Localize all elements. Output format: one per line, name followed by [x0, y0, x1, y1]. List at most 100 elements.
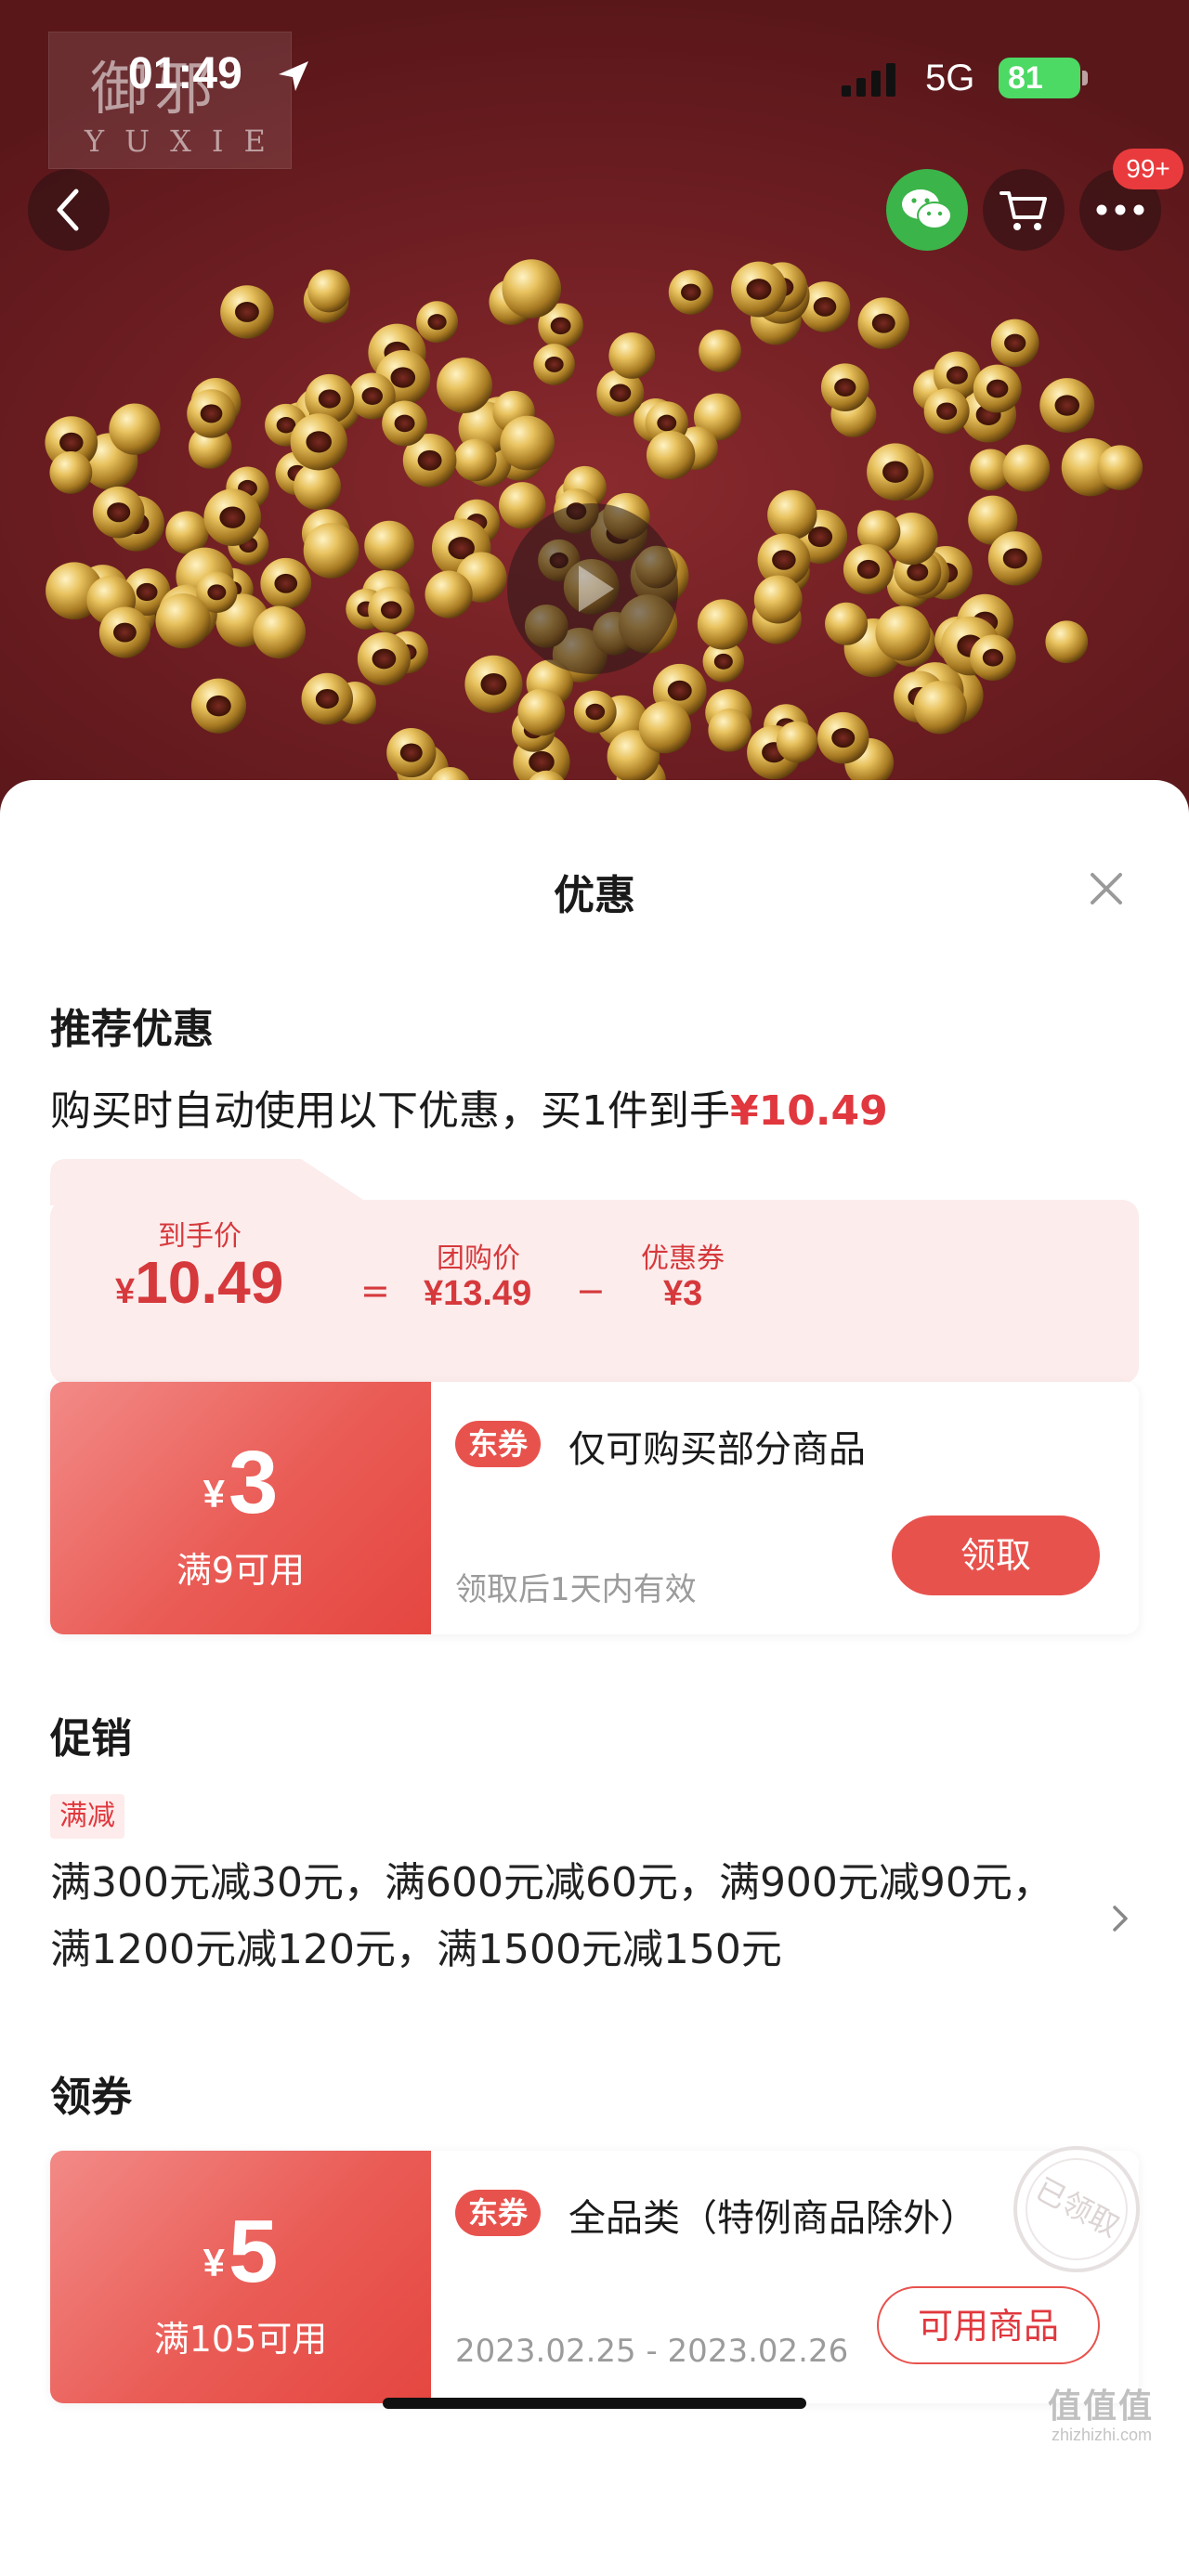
- group-price: ¥13.49: [424, 1274, 532, 1313]
- gold-bead: [843, 544, 894, 595]
- coupon-type-tag: 东券: [455, 1421, 542, 1467]
- gold-bead: [913, 681, 967, 735]
- recommended-desc: 购买时自动使用以下优惠，买1件到手¥10.49: [50, 1077, 888, 1137]
- gold-bead: [290, 413, 347, 471]
- back-button[interactable]: [28, 169, 110, 251]
- gold-bead: [98, 606, 150, 658]
- eligible-goods-button[interactable]: 可用商品: [877, 2286, 1100, 2364]
- gold-bead: [820, 363, 869, 411]
- wechat-share-button[interactable]: [886, 169, 968, 251]
- final-price-value: 10.49: [135, 1249, 284, 1316]
- gold-bead: [502, 259, 562, 319]
- coupon-amount-panel: ¥5 满105可用: [50, 2151, 431, 2403]
- gold-bead: [307, 269, 351, 313]
- coupon-value: ¥3: [663, 1274, 703, 1313]
- gold-bead: [220, 285, 274, 339]
- gold-bead: [464, 655, 523, 713]
- gold-bead: [1002, 444, 1051, 492]
- status-time: 01:49: [128, 49, 242, 98]
- gold-bead: [867, 443, 924, 501]
- claim-heading: 领券: [50, 2074, 132, 2121]
- promotion-tag: 满减: [50, 1794, 124, 1839]
- gold-bead: [973, 364, 1022, 413]
- recommended-desc-price: ¥10.49: [730, 1087, 888, 1135]
- gold-bead: [533, 344, 575, 385]
- claim-coupon-button[interactable]: 领取: [892, 1516, 1100, 1595]
- coupon-condition: 满9可用: [176, 1550, 306, 1591]
- equals-sign: =: [360, 1270, 390, 1311]
- cart-button[interactable]: [983, 169, 1065, 251]
- product-media: 御邪 YUXIE 01:49 5G 81 99+: [0, 0, 1189, 817]
- gold-bead: [638, 701, 691, 754]
- gold-bead: [970, 634, 1016, 681]
- gold-bead: [697, 599, 749, 650]
- gold-bead: [753, 575, 803, 624]
- cellular-signal-icon: [842, 63, 895, 97]
- gold-bead: [357, 631, 411, 686]
- coupon-card: ¥3 满9可用 东券 仅可购买部分商品 领取后1天内有效 领取: [50, 1382, 1139, 1634]
- gold-bead: [708, 709, 751, 752]
- gold-bead: [573, 690, 617, 734]
- claimed-stamp-text: 已领取: [1030, 2171, 1126, 2244]
- gold-bead: [699, 329, 741, 372]
- gold-bead: [364, 520, 414, 571]
- gold-bead: [987, 531, 1042, 586]
- group-price-label: 团购价: [437, 1242, 520, 1275]
- coupon-validity: 领取后1天内有效: [455, 1571, 697, 1608]
- gold-bead: [92, 486, 145, 539]
- notification-badge: 99+: [1113, 149, 1183, 189]
- gold-bead: [767, 489, 817, 540]
- recommended-heading: 推荐优惠: [50, 1006, 214, 1053]
- coupon-currency: ¥: [203, 2241, 225, 2284]
- gold-bead: [425, 570, 473, 618]
- coupon-amount-value: 5: [228, 2202, 279, 2301]
- close-icon[interactable]: [1083, 865, 1130, 912]
- final-price: ¥10.49: [115, 1248, 283, 1317]
- coupon-type-tag: 东券: [455, 2190, 542, 2236]
- gold-bead: [155, 592, 211, 649]
- promotion-text[interactable]: 满300元减30元，满600元减60元，满900元减90元，满1200元减120…: [50, 1850, 1072, 1984]
- coupon-title: 仅可购买部分商品: [568, 1428, 866, 1471]
- gold-bead: [187, 389, 236, 438]
- coupon-validity: 2023.02.25 - 2023.02.26: [455, 2333, 849, 2370]
- chevron-right-icon[interactable]: [1109, 1902, 1131, 1935]
- gold-bead: [368, 586, 415, 634]
- gold-bead: [517, 688, 566, 736]
- gold-bead: [109, 403, 161, 455]
- recommended-desc-text: 购买时自动使用以下优惠，买1件到手: [50, 1087, 730, 1135]
- gold-bead: [825, 602, 869, 645]
- gold-bead: [453, 438, 497, 482]
- gold-bead: [1039, 378, 1095, 434]
- cart-icon: [1000, 191, 1047, 230]
- coupon-label: 优惠券: [641, 1242, 725, 1275]
- gold-bead: [923, 388, 970, 435]
- play-video-button[interactable]: [507, 503, 678, 674]
- gold-bead: [301, 672, 354, 725]
- brand-logo-en: YUXIE: [85, 124, 286, 159]
- location-arrow-icon: [279, 61, 308, 91]
- gold-bead: [608, 332, 656, 379]
- sheet-title: 优惠: [554, 872, 635, 919]
- network-type: 5G: [925, 58, 975, 98]
- gold-bead: [731, 261, 787, 318]
- minus-sign: −: [576, 1270, 606, 1311]
- gold-bead: [668, 269, 713, 315]
- gold-bead: [776, 721, 818, 763]
- final-price-currency: ¥: [115, 1272, 136, 1311]
- battery-cap: [1082, 71, 1088, 85]
- coupon-amount-value: 3: [228, 1433, 279, 1532]
- wechat-icon: [902, 189, 952, 229]
- gold-bead: [386, 727, 437, 778]
- claimed-coupon-card: ¥5 满105可用 东券 全品类（特例商品除外） 2023.02.25 - 20…: [50, 2146, 1140, 2403]
- coupon-amount: ¥5: [50, 2201, 431, 2314]
- coupon-currency: ¥: [203, 1472, 225, 1516]
- home-indicator[interactable]: [383, 2398, 806, 2409]
- gold-bead: [1045, 620, 1089, 664]
- gold-bead: [382, 400, 427, 447]
- more-dots-icon: [1096, 204, 1144, 215]
- coupon-amount-panel: ¥3 满9可用: [50, 1382, 431, 1634]
- gold-bead: [190, 678, 247, 734]
- watermark-url: zhizhizhi.com: [1052, 2426, 1153, 2444]
- watermark: 值值值: [1048, 2387, 1155, 2426]
- gold-bead: [437, 358, 493, 414]
